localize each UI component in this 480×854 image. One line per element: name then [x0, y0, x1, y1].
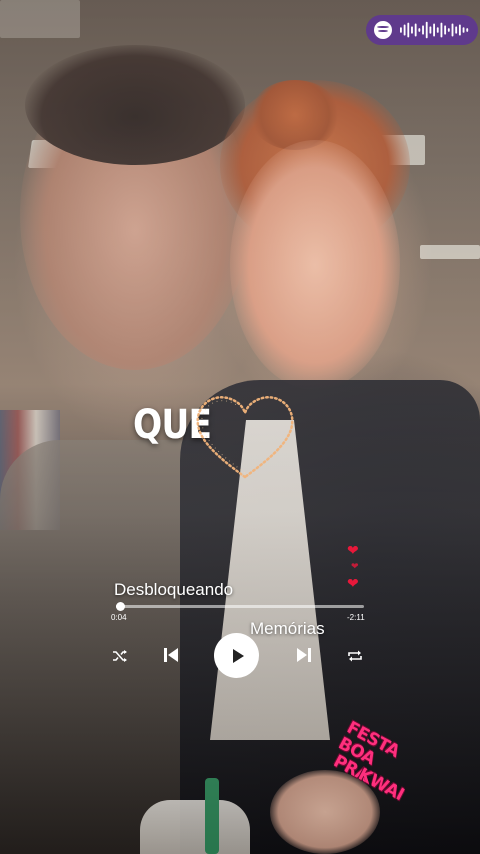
previous-button[interactable]	[160, 644, 182, 666]
spotify-code-badge[interactable]	[366, 15, 478, 45]
play-button[interactable]	[214, 633, 259, 678]
music-player: Desbloqueando 0:04 -2:11 Memórias	[0, 570, 480, 690]
spotify-icon	[374, 21, 392, 39]
ceiling-light	[0, 0, 80, 38]
shuffle-button[interactable]	[110, 646, 130, 666]
play-icon	[232, 648, 244, 663]
time-elapsed: 0:04	[111, 613, 127, 622]
shuffle-icon	[113, 650, 127, 662]
skip-next-icon	[297, 648, 311, 662]
skip-previous-icon	[164, 648, 178, 662]
progress-knob[interactable]	[116, 602, 126, 611]
song-subtitle: Memórias	[250, 619, 325, 638]
song-title: Desbloqueando	[114, 580, 234, 599]
repeat-icon	[348, 650, 362, 662]
man-hair	[25, 45, 245, 165]
heart-icon: ❤	[347, 542, 359, 558]
repeat-button[interactable]	[345, 646, 365, 666]
coffee-cup	[140, 800, 250, 854]
next-button[interactable]	[293, 644, 315, 666]
sparkle-heart-icon	[196, 396, 294, 479]
time-remaining: -2:11	[347, 613, 365, 622]
ceiling-light	[420, 245, 480, 259]
woman-face	[230, 140, 400, 390]
spotify-code-bars	[400, 21, 469, 39]
video-frame: QUE ❤ ❤ ❤ Desbloqueando 0:04 -2:11 Memór…	[0, 0, 480, 854]
woman-hair-bun	[250, 80, 340, 150]
cup-straw	[205, 778, 219, 854]
progress-bar[interactable]	[116, 602, 364, 611]
